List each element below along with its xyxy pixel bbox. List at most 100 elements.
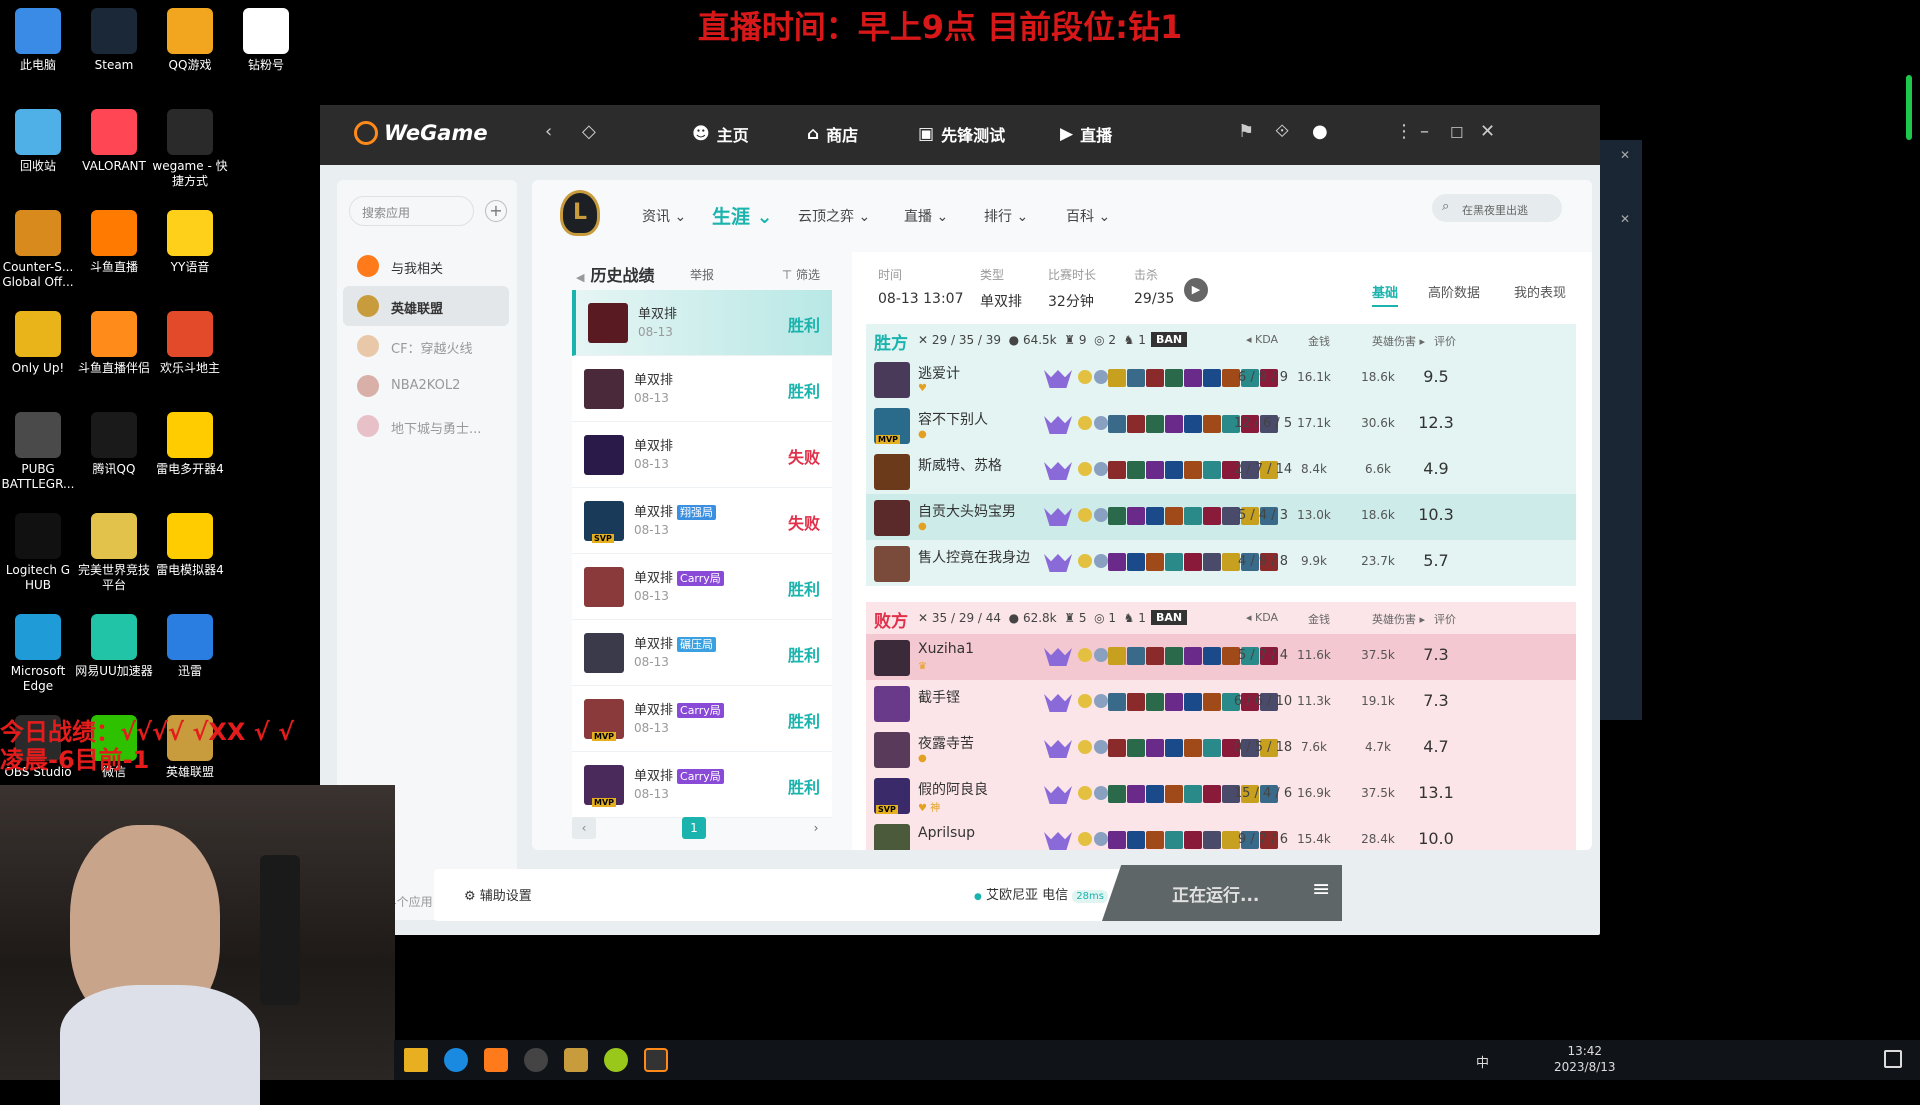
close-icon[interactable]: ✕ (1480, 121, 1495, 142)
match-row[interactable]: 单双排 碾压局 08-13 胜利 (572, 620, 832, 686)
app-search-input[interactable]: 搜索应用 (349, 196, 474, 226)
lol-client-icon[interactable] (564, 1048, 588, 1072)
tab-advanced[interactable]: 高阶数据 (1428, 282, 1480, 301)
app-icon[interactable] (604, 1048, 628, 1072)
douyu-icon[interactable] (484, 1048, 508, 1072)
filter-button[interactable]: ⊤ 筛选 (782, 266, 820, 283)
col-kda-header[interactable]: ◂ KDA (1246, 333, 1278, 346)
player-name[interactable]: 容不下别人 (918, 409, 988, 429)
player-row[interactable]: MVP 容不下别人 ● 12 / 6 / 5 17.1k 30.6k 12.3 (866, 402, 1576, 448)
match-row[interactable]: MVP 单双排 Carry局 08-13 胜利 (572, 686, 832, 752)
player-row[interactable]: 逃爱计 ♥ 6 / 9 / 9 16.1k 18.6k 9.5 (866, 356, 1576, 402)
player-name[interactable]: 斯威特、苏格 (918, 455, 1002, 475)
match-row[interactable]: 单双排 08-13 失败 (572, 422, 832, 488)
page-number[interactable]: 1 (682, 817, 706, 839)
match-row[interactable]: SVP 单双排 翔强局 08-13 失败 (572, 488, 832, 554)
notification-icon[interactable] (1884, 1050, 1902, 1068)
tab-career[interactable]: 生涯 ⌄ (712, 202, 773, 229)
desktop-icon[interactable]: 钻粉号 (226, 4, 306, 73)
match-row[interactable]: 单双排 08-13 胜利 (572, 356, 832, 422)
sidebar-item-dnf[interactable]: 地下城与勇士... (343, 406, 509, 446)
tab-rank[interactable]: 排行 ⌄ (984, 206, 1028, 226)
collapse-icon[interactable]: ◀ (576, 271, 584, 284)
qq-icon[interactable] (444, 1048, 468, 1072)
ban-button[interactable]: BAN (1151, 332, 1188, 347)
desktop-icon[interactable]: 雷电多开器4 (150, 408, 230, 477)
player-row[interactable]: 自贡大头妈宝男 ● 5 / 4 / 3 13.0k 18.6k 10.3 (866, 494, 1576, 540)
desktop-icon[interactable]: 腾讯QQ (74, 408, 154, 477)
speed-icon[interactable]: ⟐ (1275, 121, 1289, 142)
player-row[interactable]: 夜露寺苦 ● 0 / 5 / 18 7.6k 4.7k 4.7 (866, 726, 1576, 772)
player-name[interactable]: 售人控竟在我身边 (918, 547, 1030, 567)
add-app-button[interactable]: + (485, 200, 507, 222)
close-icon[interactable]: ✕ (1620, 148, 1630, 162)
col-score-header[interactable]: 评价 (1434, 333, 1456, 349)
assist-settings-button[interactable]: ⚙ 辅助设置 (464, 885, 532, 904)
tab-tft[interactable]: 云顶之弈 ⌄ (798, 206, 870, 226)
player-row[interactable]: 售人控竟在我身边 4 / 9 / 8 9.9k 23.7k 5.7 (866, 540, 1576, 586)
tab-live[interactable]: 直播 ⌄ (904, 206, 948, 226)
match-row[interactable]: 单双排 08-13 胜利 (572, 290, 832, 356)
tab-news[interactable]: 资讯 ⌄ (642, 206, 686, 226)
forward-icon[interactable]: ◇ (582, 121, 596, 142)
clock[interactable]: 13:42 2023/8/13 (1554, 1043, 1616, 1075)
tab-my-performance[interactable]: 我的表现 (1514, 282, 1566, 301)
back-icon[interactable]: ‹ (545, 121, 552, 142)
player-name[interactable]: 假的阿良良 (918, 779, 988, 799)
col-dmg-header[interactable]: 英雄伤害 ▸ (1372, 333, 1425, 349)
desktop-icon[interactable]: YY语音 (150, 206, 230, 275)
avatar[interactable]: ● (1312, 121, 1328, 142)
sidebar-item-nba2kol2[interactable]: NBA2KOL2 (343, 366, 509, 406)
nav-home[interactable]: ☻ 主页 (692, 122, 749, 146)
player-search-input[interactable]: ⌕ 在黑夜里出逃 (1432, 194, 1562, 222)
nav-store[interactable]: ⌂ 商店 (807, 122, 858, 146)
menu-dots-icon[interactable]: ⋮ (1395, 121, 1413, 142)
next-page-button[interactable]: › (804, 817, 828, 839)
tab-wiki[interactable]: 百科 ⌄ (1066, 206, 1110, 226)
close-icon[interactable]: ✕ (1620, 212, 1630, 226)
desktop-icon[interactable]: 迅雷 (150, 610, 230, 679)
sidebar-item-lol[interactable]: 英雄联盟 (343, 286, 509, 326)
col-gold-header[interactable]: 金钱 (1308, 333, 1330, 349)
player-name[interactable]: 夜露寺苦 (918, 733, 974, 753)
report-link[interactable]: 举报 (690, 266, 714, 283)
ban-button[interactable]: BAN (1151, 610, 1188, 625)
player-name[interactable]: 逃爱计 (918, 363, 960, 383)
desktop-icon[interactable]: wegame - 快捷方式 (150, 105, 230, 189)
scrollbar[interactable] (1906, 75, 1912, 140)
desktop-icon[interactable]: 欢乐斗地主 (150, 307, 230, 376)
player-row[interactable]: Xuziha1 ♛ 5 / 7 / 4 11.6k 37.5k 7.3 (866, 634, 1576, 680)
player-row[interactable]: 截手铿 6 / 6 / 10 11.3k 19.1k 7.3 (866, 680, 1576, 726)
nav-pioneer-test[interactable]: ▣ 先锋测试 (918, 122, 1005, 146)
sidebar-item-cf[interactable]: CF：穿越火线 (343, 326, 509, 366)
prev-page-button[interactable]: ‹ (572, 817, 596, 839)
desktop-icon[interactable]: 网易UU加速器 (74, 610, 154, 679)
player-name[interactable]: 自贡大头妈宝男 (918, 501, 1016, 521)
player-name[interactable]: Xuziha1 (918, 641, 974, 657)
sidebar-item-related[interactable]: 与我相关 (343, 246, 509, 286)
tab-basic[interactable]: 基础 (1372, 282, 1399, 307)
desktop-icon[interactable]: 斗鱼直播伴侣 (74, 307, 154, 376)
player-name[interactable]: 截手铿 (918, 687, 960, 707)
col-kda-header[interactable]: ◂ KDA (1246, 611, 1278, 624)
wegame-logo[interactable]: WeGame (354, 121, 488, 145)
menu-icon[interactable]: ≡ (1312, 877, 1330, 902)
desktop-icon[interactable]: 此电脑 (0, 4, 78, 73)
maximize-icon[interactable]: ☐ (1450, 124, 1463, 142)
running-button[interactable]: 正在运行... ≡ (1102, 865, 1342, 921)
desktop-icon[interactable]: Steam (74, 4, 154, 73)
obs-icon[interactable] (524, 1048, 548, 1072)
player-row[interactable]: Aprilsup 9 / 7 / 6 15.4k 28.4k 10.0 (866, 818, 1576, 850)
server-selector[interactable]: ● 艾欧尼亚 电信 28ms (974, 884, 1108, 903)
desktop-icon[interactable]: 完美世界竞技平台 (74, 509, 154, 593)
desktop-icon[interactable]: 斗鱼直播 (74, 206, 154, 275)
desktop-icon[interactable]: VALORANT (74, 105, 154, 174)
wegame-taskbar-icon[interactable] (644, 1048, 668, 1072)
replay-play-icon[interactable]: ▶ (1184, 278, 1208, 302)
minimize-icon[interactable]: – (1420, 121, 1429, 142)
desktop-icon[interactable]: QQ游戏 (150, 4, 230, 73)
player-row[interactable]: SVP 假的阿良良 ♥ 神 15 / 4 / 6 16.9k 37.5k 13.1 (866, 772, 1576, 818)
desktop-icon[interactable]: 雷电模拟器4 (150, 509, 230, 578)
nav-live[interactable]: ▶ 直播 (1060, 122, 1112, 146)
ime-indicator[interactable]: 中 (1476, 1052, 1489, 1071)
